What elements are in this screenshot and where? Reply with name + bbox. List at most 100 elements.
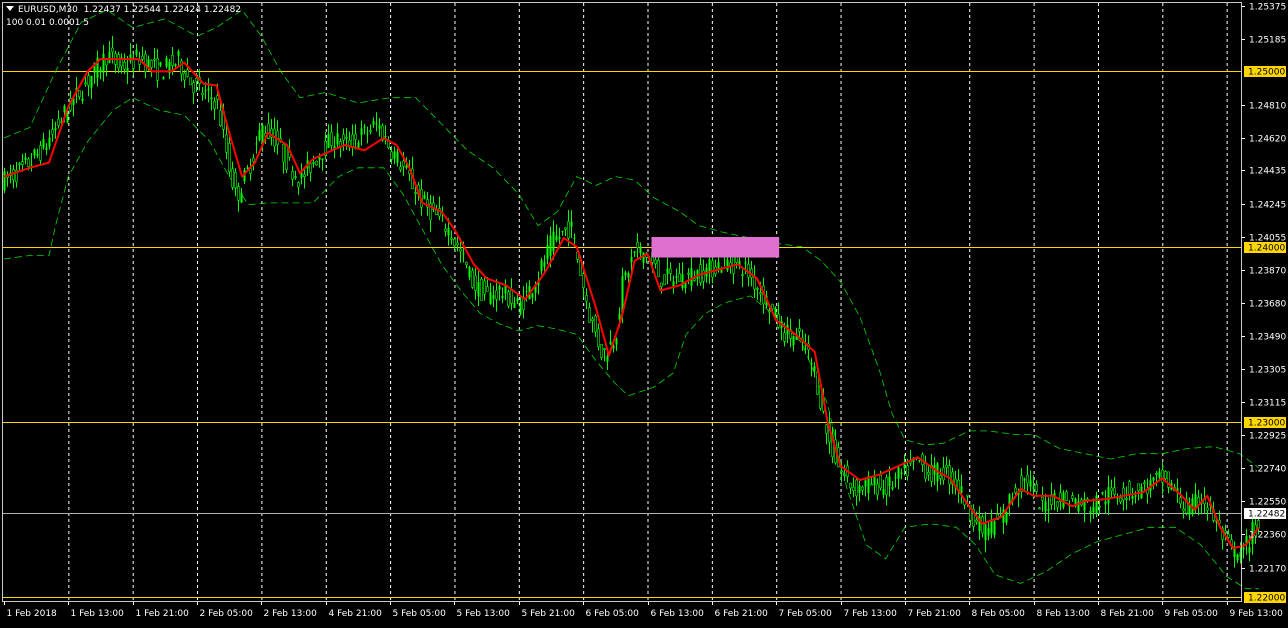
candle xyxy=(669,262,672,281)
price-chart[interactable]: 1.25375 1.25185 1.24810 1.24620 1.24435 1.242… xyxy=(0,0,1288,624)
candle xyxy=(858,480,861,502)
candle xyxy=(1185,491,1188,516)
level-price-label: 1.22000 xyxy=(1248,594,1285,604)
candle xyxy=(1005,511,1008,526)
candle xyxy=(753,265,756,299)
candle xyxy=(192,79,195,105)
zone-rectangle-group[interactable] xyxy=(651,236,780,258)
time-tick-label: 6 Feb 21:00 xyxy=(715,609,769,619)
time-tick-label: 8 Feb 21:00 xyxy=(1101,609,1155,619)
candle xyxy=(135,43,138,58)
candle xyxy=(39,141,42,165)
level-price-label: 1.23000 xyxy=(1248,419,1285,429)
candle xyxy=(258,122,261,142)
candle xyxy=(495,279,498,312)
candle xyxy=(855,477,858,506)
candle xyxy=(99,66,102,80)
candle xyxy=(42,132,45,150)
candle xyxy=(861,485,864,496)
candle xyxy=(48,129,51,150)
price-tick-label: 1.23680 xyxy=(1249,300,1286,310)
candle xyxy=(852,477,855,498)
candle xyxy=(321,158,324,171)
candle xyxy=(615,337,618,351)
candle xyxy=(945,456,948,475)
candle xyxy=(978,506,981,540)
candle xyxy=(1188,497,1191,521)
price-tick-label: 1.22550 xyxy=(1249,498,1286,508)
candle xyxy=(609,329,612,345)
candle xyxy=(36,148,39,159)
candle xyxy=(528,280,531,300)
candle xyxy=(513,296,516,308)
candle xyxy=(51,118,54,142)
horizontal-level-lines[interactable] xyxy=(3,71,1241,598)
dropdown-triangle-icon[interactable] xyxy=(6,6,14,11)
candle xyxy=(882,479,885,499)
candle xyxy=(1002,503,1005,535)
candle xyxy=(681,262,684,291)
candle xyxy=(501,287,504,304)
candle xyxy=(90,75,93,99)
candle xyxy=(96,50,99,87)
lower-band xyxy=(3,97,1259,590)
candle xyxy=(378,118,381,137)
candle xyxy=(249,158,252,181)
ma-path xyxy=(3,58,1260,550)
candle xyxy=(1029,470,1032,492)
candle xyxy=(1146,478,1149,504)
candle xyxy=(1191,493,1194,517)
time-axis[interactable]: 1 Feb 2018 1 Feb 13:00 1 Feb 21:00 2 Feb 05… xyxy=(4,601,1284,619)
candle xyxy=(798,319,801,338)
candle xyxy=(471,267,474,289)
candle xyxy=(114,50,117,74)
candle xyxy=(1179,487,1182,509)
candle xyxy=(543,255,546,272)
candle xyxy=(30,152,33,172)
candle xyxy=(105,57,108,77)
candle xyxy=(57,110,60,129)
candle xyxy=(282,142,285,174)
candle xyxy=(1038,507,1041,510)
candle xyxy=(3,167,6,194)
price-tick-label: 1.22740 xyxy=(1249,465,1286,475)
indicator-params: 100 0.01 0.0001 5 xyxy=(6,18,90,28)
candle xyxy=(936,462,939,492)
price-axis[interactable]: 1.25375 1.25185 1.24810 1.24620 1.24435 1.242… xyxy=(1241,3,1286,604)
candle xyxy=(363,123,366,135)
symbol-info: EURUSD,M30 1.22437 1.22544 1.22424 1.224… xyxy=(6,5,241,15)
candle xyxy=(987,521,990,541)
time-tick-label: 8 Feb 05:00 xyxy=(972,609,1026,619)
ohlc-values: 1.22437 1.22544 1.22424 1.22482 xyxy=(83,5,242,15)
candle xyxy=(162,76,165,80)
candle xyxy=(270,119,273,146)
candle xyxy=(696,269,699,286)
candle xyxy=(1227,529,1230,539)
candle xyxy=(1056,501,1059,512)
price-tick-label: 1.24245 xyxy=(1249,201,1286,211)
candle xyxy=(348,131,351,152)
candle xyxy=(423,191,426,200)
candle xyxy=(342,128,345,151)
candle xyxy=(663,274,666,286)
candle xyxy=(1044,493,1047,522)
candle xyxy=(207,78,210,103)
zone-rectangle[interactable] xyxy=(651,236,780,258)
candle xyxy=(450,230,453,245)
candle xyxy=(531,292,534,304)
candle xyxy=(372,117,375,128)
candle xyxy=(594,314,597,338)
candle xyxy=(360,120,363,146)
candle xyxy=(444,223,447,237)
candle xyxy=(789,318,792,348)
candle xyxy=(1092,498,1095,519)
candle xyxy=(393,146,396,165)
candle xyxy=(399,161,402,173)
candle xyxy=(1047,497,1050,523)
candle xyxy=(156,49,159,88)
candle xyxy=(15,161,18,188)
price-tick-label: 1.23870 xyxy=(1249,267,1286,277)
candle xyxy=(369,124,372,135)
candle xyxy=(351,124,354,156)
chart-window[interactable]: 1.25375 1.25185 1.24810 1.24620 1.24435 1.242… xyxy=(0,0,1288,624)
